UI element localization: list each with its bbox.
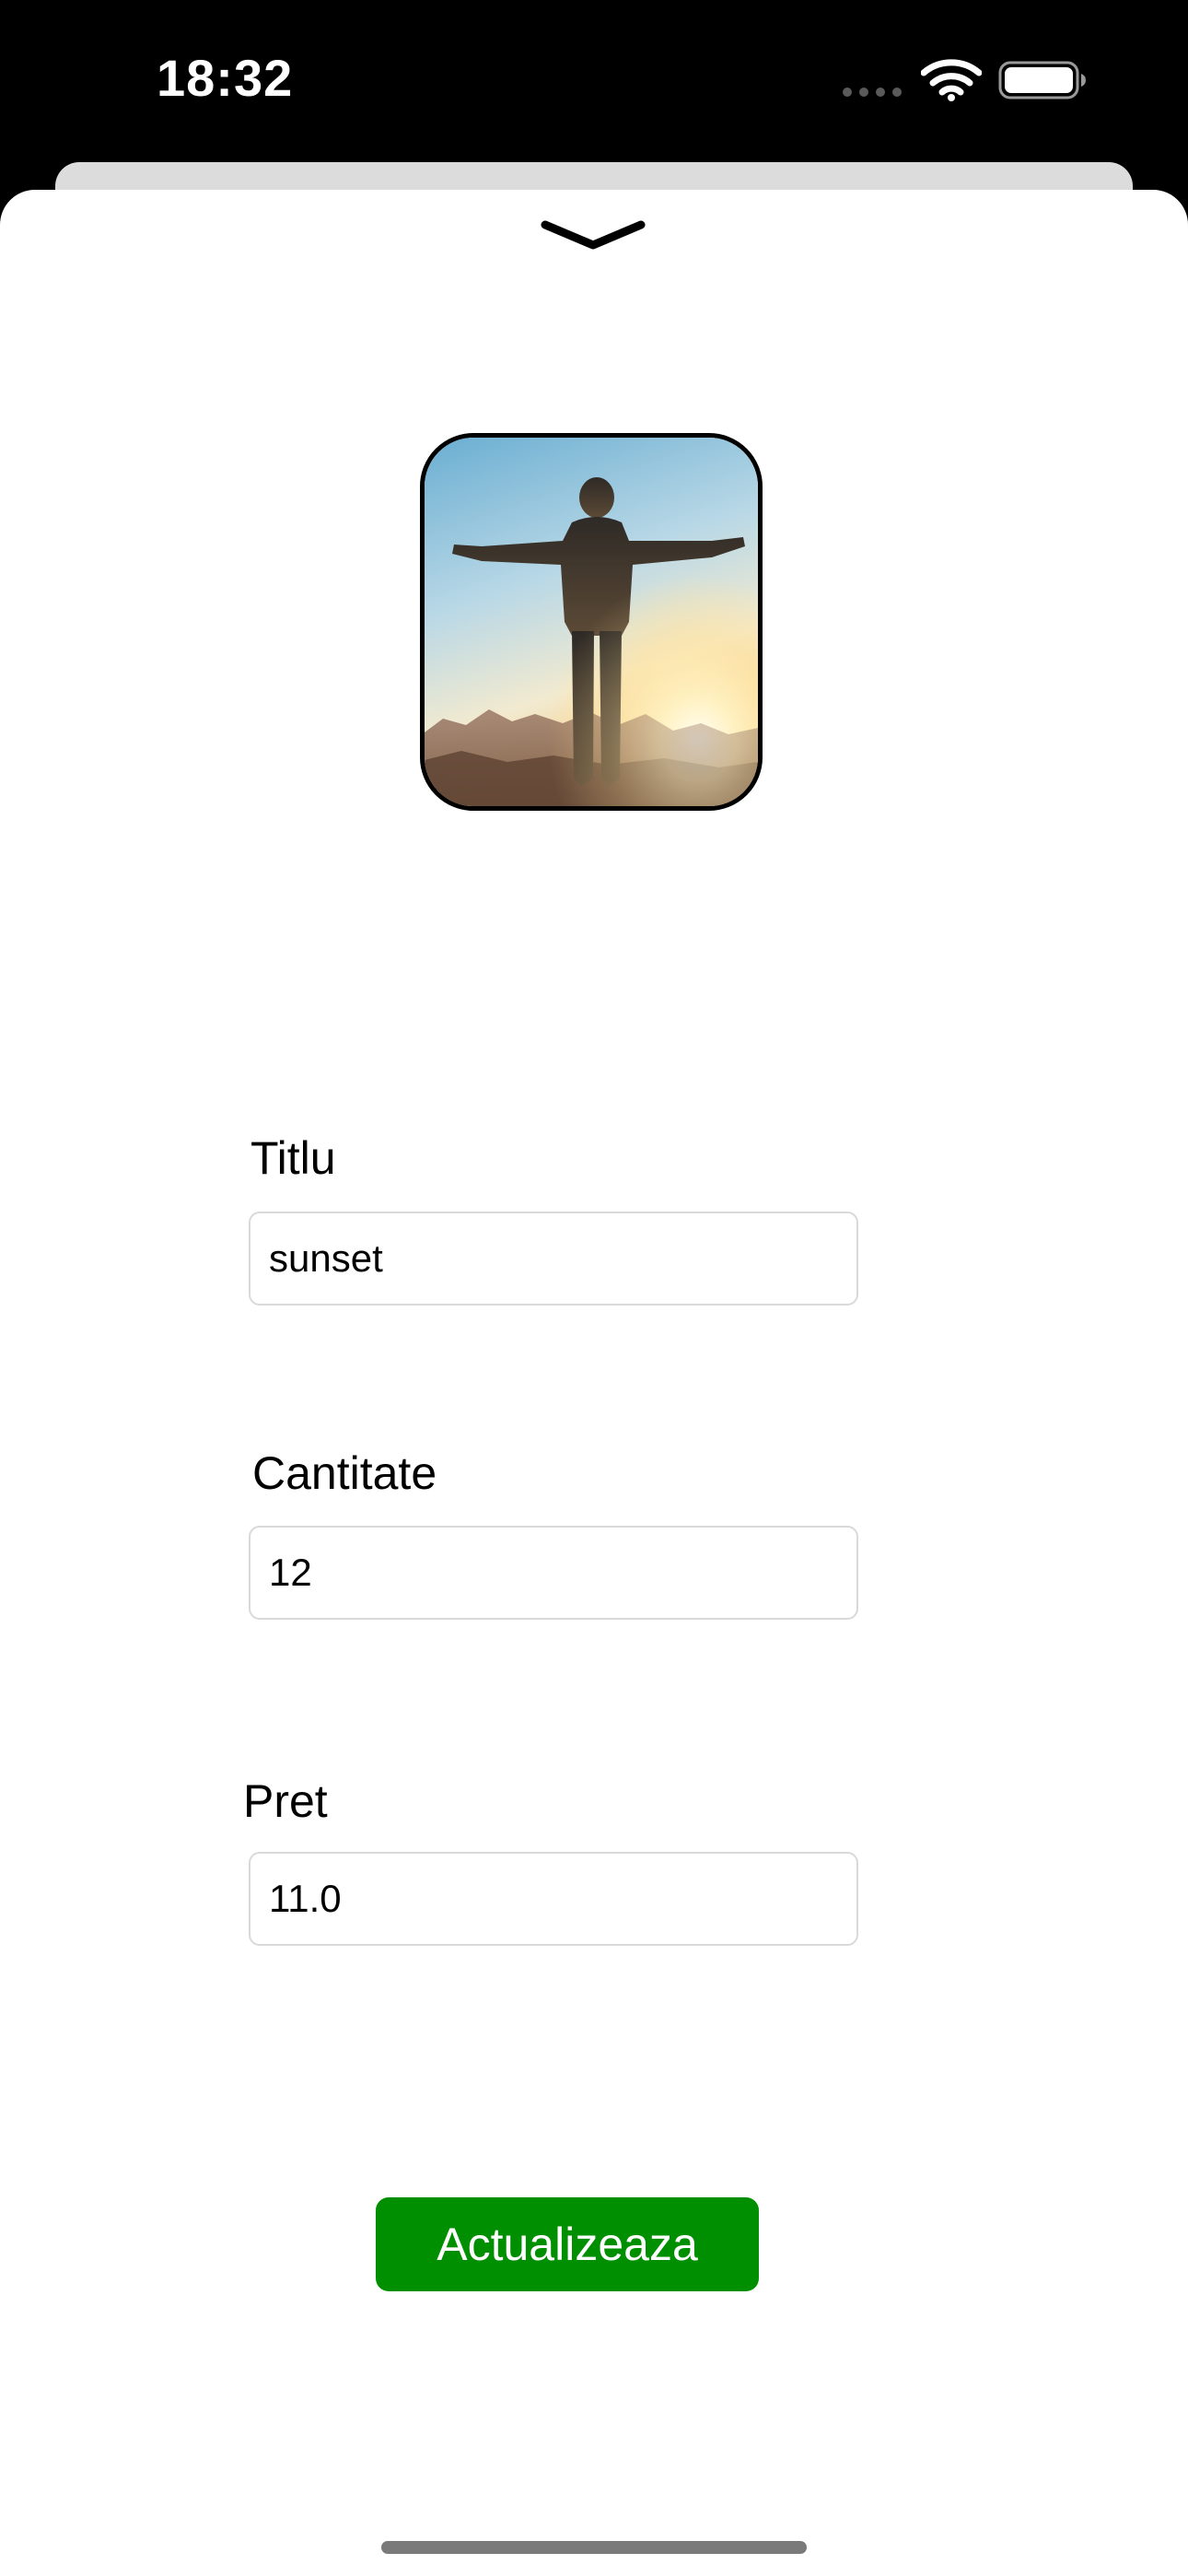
title-input[interactable]: [249, 1212, 858, 1306]
title-label: Titlu: [250, 1132, 336, 1184]
battery-icon: [998, 61, 1086, 100]
update-button[interactable]: Actualizeaza: [376, 2197, 759, 2291]
quantity-label: Cantitate: [252, 1447, 437, 1499]
product-image[interactable]: [420, 433, 763, 811]
app-screen: 18:32 Titlu sunset Cantitate 12 Pret 11.…: [0, 0, 1188, 2576]
wifi-icon: [921, 59, 982, 101]
signal-dots-icon: [843, 88, 902, 97]
status-bar: 18:32: [0, 0, 1188, 161]
chevron-down-icon[interactable]: [540, 217, 646, 254]
status-time: 18:32: [157, 49, 294, 107]
sunset-photo: [425, 438, 758, 806]
home-indicator[interactable]: [381, 2541, 807, 2554]
price-input[interactable]: [249, 1852, 858, 1946]
quantity-input[interactable]: [249, 1526, 858, 1620]
price-label: Pret: [243, 1775, 328, 1827]
